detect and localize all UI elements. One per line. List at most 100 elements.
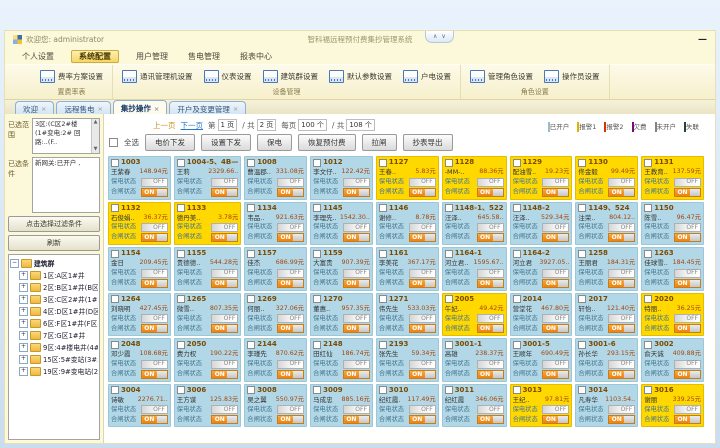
card-checkbox[interactable] bbox=[578, 250, 586, 258]
switch-state-toggle[interactable]: ON bbox=[608, 233, 635, 242]
power-protect-toggle[interactable]: OFF bbox=[141, 405, 168, 414]
power-protect-toggle[interactable]: OFF bbox=[211, 223, 238, 232]
power-protect-toggle[interactable]: OFF bbox=[608, 269, 635, 278]
household-power-settings-button[interactable]: 户电设置 bbox=[403, 70, 451, 83]
meter-card[interactable]: 1264 刘晓明 427.45元 保电状态 OFF bbox=[108, 293, 171, 337]
switch-state-toggle[interactable]: ON bbox=[608, 188, 635, 197]
card-checkbox[interactable] bbox=[247, 341, 255, 349]
meter-card[interactable]: 1012 李文仔.. 122.42元 保电状态 OFF bbox=[310, 156, 373, 200]
expand-icon[interactable]: + bbox=[19, 271, 28, 280]
meter-card[interactable]: 1269 何丽.. 327.06元 保电状态 OFF bbox=[244, 293, 307, 337]
switch-state-toggle[interactable]: ON bbox=[477, 324, 504, 333]
card-checkbox[interactable] bbox=[177, 295, 185, 303]
tree-node[interactable]: + 2区:B区1#井(B区1.. bbox=[10, 281, 98, 293]
power-protect-toggle[interactable]: OFF bbox=[542, 178, 569, 187]
switch-state-toggle[interactable]: ON bbox=[141, 370, 168, 379]
power-protect-toggle[interactable]: OFF bbox=[477, 223, 504, 232]
meter-card[interactable]: 1003 王紫春 148.94元 保电状态 OFF bbox=[108, 156, 171, 200]
card-checkbox[interactable] bbox=[247, 159, 255, 167]
card-checkbox[interactable] bbox=[379, 204, 387, 212]
power-protect-toggle[interactable]: OFF bbox=[674, 269, 701, 278]
batch-action-button[interactable]: 设置下发 bbox=[201, 134, 251, 151]
meter-card[interactable]: 1004-5、4B— 王莉 2329.66.. 保电状态 OFF bbox=[174, 156, 241, 200]
switch-state-toggle[interactable]: ON bbox=[674, 370, 701, 379]
tree-node[interactable]: + 4区:D区1#井(D区.. bbox=[10, 305, 98, 317]
card-checkbox[interactable] bbox=[578, 341, 586, 349]
power-protect-toggle[interactable]: OFF bbox=[277, 269, 304, 278]
card-checkbox[interactable] bbox=[578, 204, 586, 212]
meter-card[interactable]: 1008 曹温郡.. 331.08元 保电状态 OFF bbox=[244, 156, 307, 200]
close-icon[interactable]: × bbox=[154, 105, 159, 113]
power-protect-toggle[interactable]: OFF bbox=[343, 360, 370, 369]
card-checkbox[interactable] bbox=[177, 250, 185, 258]
meter-card[interactable]: 2005 午妃.. 49.42元 保电状态 OFF bbox=[442, 293, 507, 337]
power-protect-toggle[interactable]: OFF bbox=[211, 405, 238, 414]
switch-state-toggle[interactable]: ON bbox=[277, 370, 304, 379]
choose-filter-button[interactable]: 点击选择过滤条件 bbox=[8, 216, 100, 232]
switch-state-toggle[interactable]: ON bbox=[141, 415, 168, 424]
meter-card[interactable]: 3011 纪红霞 346.06元 保电状态 OFF bbox=[442, 384, 507, 428]
card-checkbox[interactable] bbox=[644, 295, 652, 303]
meter-card[interactable]: 3006 王方谋 125.83元 保电状态 OFF bbox=[174, 384, 241, 428]
batch-action-button[interactable]: 保电 bbox=[257, 134, 292, 151]
switch-state-toggle[interactable]: ON bbox=[211, 370, 238, 379]
card-checkbox[interactable] bbox=[644, 386, 652, 394]
switch-state-toggle[interactable]: ON bbox=[542, 415, 569, 424]
card-checkbox[interactable] bbox=[379, 159, 387, 167]
switch-state-toggle[interactable]: ON bbox=[409, 279, 436, 288]
switch-state-toggle[interactable]: ON bbox=[542, 279, 569, 288]
meter-card[interactable]: 1271 伟先生 533.03元 保电状态 OFF bbox=[376, 293, 439, 337]
expand-icon[interactable]: + bbox=[19, 295, 28, 304]
meter-card[interactable]: 1164-2 河立君 3927.05.. 保电状态 OFF bbox=[510, 247, 573, 291]
meter-card[interactable]: 3016 谢丽 339.25元 保电状态 OFF bbox=[641, 384, 704, 428]
scrollbar[interactable]: ▲ ▼ bbox=[91, 119, 99, 153]
switch-state-toggle[interactable]: ON bbox=[477, 415, 504, 424]
switch-state-toggle[interactable]: ON bbox=[674, 415, 701, 424]
meter-card[interactable]: 2020 特丽.. 36.25元 保电状态 OFF bbox=[641, 293, 704, 337]
card-checkbox[interactable] bbox=[247, 386, 255, 394]
power-protect-toggle[interactable]: OFF bbox=[674, 314, 701, 323]
power-protect-toggle[interactable]: OFF bbox=[343, 178, 370, 187]
card-checkbox[interactable] bbox=[379, 341, 387, 349]
card-checkbox[interactable] bbox=[177, 204, 185, 212]
power-protect-toggle[interactable]: OFF bbox=[343, 405, 370, 414]
card-checkbox[interactable] bbox=[644, 204, 652, 212]
tree-node[interactable]: + 6区:F区1#井(F区.. bbox=[10, 317, 98, 329]
power-protect-toggle[interactable]: OFF bbox=[542, 360, 569, 369]
meter-card[interactable]: 1127 王春.. 5.83元 保电状态 OFF bbox=[376, 156, 439, 200]
menu-personal-settings[interactable]: 个人设置 bbox=[19, 51, 57, 62]
menu-user-management[interactable]: 用户管理 bbox=[133, 51, 171, 62]
expand-icon[interactable]: + bbox=[19, 367, 28, 376]
card-checkbox[interactable] bbox=[111, 341, 119, 349]
next-page-link[interactable]: 下一页 bbox=[181, 120, 204, 131]
card-checkbox[interactable] bbox=[313, 250, 321, 258]
tree-node[interactable]: + 1区:A区1#井 bbox=[10, 269, 98, 281]
tree-node[interactable]: + 3区:C区2#井(1#.. bbox=[10, 293, 98, 305]
meter-card[interactable]: 1270 董惠.. 957.35元 保电状态 OFF bbox=[310, 293, 373, 337]
scroll-up-icon[interactable]: ▲ bbox=[94, 119, 98, 126]
switch-state-toggle[interactable]: ON bbox=[674, 188, 701, 197]
power-protect-toggle[interactable]: OFF bbox=[141, 314, 168, 323]
batch-action-button[interactable]: 抄表导出 bbox=[403, 134, 453, 151]
meter-card[interactable]: 2048 邓少霞 108.68元 保电状态 OFF bbox=[108, 338, 171, 382]
card-checkbox[interactable] bbox=[111, 204, 119, 212]
meter-card[interactable]: 3001-5 王顺年 690.49元 保电状态 OFF bbox=[510, 338, 573, 382]
default-params-settings-button[interactable]: 默认参数设置 bbox=[329, 70, 392, 83]
refresh-button[interactable]: 刷新 bbox=[8, 235, 100, 251]
meter-card[interactable]: 1150 陈雪.. 96.47元 保电状态 OFF bbox=[641, 202, 704, 246]
switch-state-toggle[interactable]: ON bbox=[343, 415, 370, 424]
switch-state-toggle[interactable]: ON bbox=[674, 233, 701, 242]
meter-card[interactable]: 1155 贵德德.. 544.28元 保电状态 OFF bbox=[174, 247, 241, 291]
meter-card[interactable]: 1146 谢修.. 8.78元 保电状态 OFF bbox=[376, 202, 439, 246]
switch-state-toggle[interactable]: ON bbox=[608, 370, 635, 379]
switch-state-toggle[interactable]: ON bbox=[608, 324, 635, 333]
power-protect-toggle[interactable]: OFF bbox=[477, 405, 504, 414]
meter-card[interactable]: 1157 佳杰 686.99元 保电状态 OFF bbox=[244, 247, 307, 291]
meter-card[interactable]: 3010 纪红霞. 117.49元 保电状态 OFF bbox=[376, 384, 439, 428]
ribbon-collapse-icon[interactable]: ∧ bbox=[433, 33, 437, 40]
power-protect-toggle[interactable]: OFF bbox=[211, 314, 238, 323]
card-checkbox[interactable] bbox=[513, 341, 521, 349]
card-checkbox[interactable] bbox=[445, 204, 453, 212]
card-checkbox[interactable] bbox=[445, 386, 453, 394]
meter-card[interactable]: 1134 韦品.. 921.63元 保电状态 OFF bbox=[244, 202, 307, 246]
